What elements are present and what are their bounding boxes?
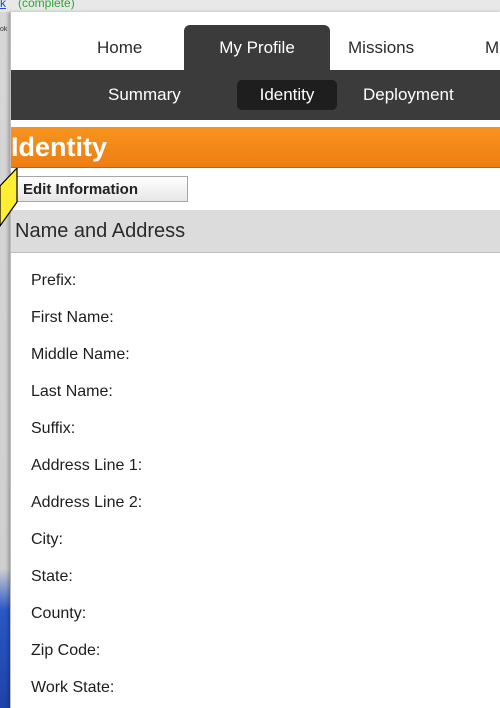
top-navigation: Home My Profile Missions M [11, 12, 500, 70]
field-label-county: County: [31, 605, 87, 622]
field-label-first-name: First Name: [31, 309, 114, 326]
background-status-text: (complete) [18, 0, 75, 10]
page-title: Identity [11, 132, 108, 162]
field-label-work-state: Work State: [31, 679, 115, 696]
field-label-prefix: Prefix: [31, 272, 77, 289]
section-header: Name and Address [11, 210, 500, 253]
tab-missions[interactable]: Missions [348, 25, 414, 70]
field-label-suffix: Suffix: [31, 420, 76, 437]
subtab-summary[interactable]: Summary [108, 80, 181, 110]
sub-navigation: Summary Identity Deployment [11, 70, 500, 120]
tab-home[interactable]: Home [97, 25, 142, 70]
field-label-last-name: Last Name: [31, 383, 113, 400]
page-title-bar: Identity [11, 127, 500, 168]
subtab-identity[interactable]: Identity [237, 80, 337, 110]
callout-pointer [0, 168, 18, 228]
background-sidebar-text: ok [0, 26, 8, 33]
tab-my-profile[interactable]: My Profile [184, 25, 330, 70]
field-label-state: State: [31, 568, 73, 585]
background-window-strip: k (complete) [0, 0, 500, 12]
field-label-middle-name: Middle Name: [31, 346, 130, 363]
screenshot: k (complete) ok Home My Profile Missions… [0, 0, 500, 708]
field-label-address-line-1: Address Line 1: [31, 457, 143, 474]
field-label-city: City: [31, 531, 63, 548]
field-list: Prefix: First Name: Middle Name: Last Na… [31, 266, 491, 708]
background-link[interactable]: k [0, 0, 6, 10]
section-title: Name and Address [15, 220, 186, 242]
tab-more[interactable]: M [485, 25, 499, 70]
main-panel: Home My Profile Missions M Summary Ident… [10, 12, 500, 708]
subtab-deployment[interactable]: Deployment [363, 80, 454, 110]
background-sidebar: ok [0, 12, 10, 708]
field-label-address-line-2: Address Line 2: [31, 494, 143, 511]
field-label-zip-code: Zip Code: [31, 642, 101, 659]
edit-information-button[interactable]: Edit Information [15, 176, 188, 202]
